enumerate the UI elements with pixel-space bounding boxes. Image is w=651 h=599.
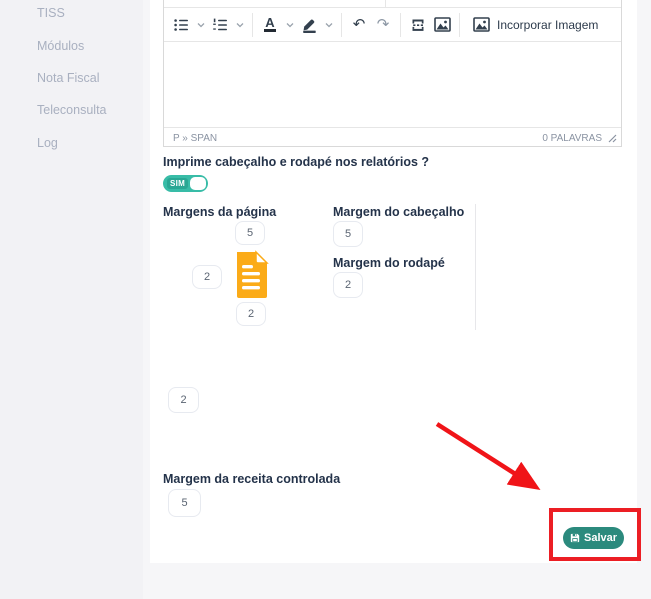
header-margin-input[interactable]: [333, 221, 363, 247]
header-margin-label: Margem do cabeçalho: [333, 205, 464, 219]
sidebar-item-tiss[interactable]: TISS: [37, 6, 65, 20]
insert-image-icon[interactable]: [430, 12, 454, 38]
unordered-list-chevron-icon[interactable]: [193, 12, 208, 38]
toolbar-row-cutoff: [164, 0, 621, 8]
toggle-on-label: SIM: [167, 178, 188, 189]
toggle-knob: [190, 177, 206, 190]
sidebar-item-log[interactable]: Log: [37, 136, 58, 150]
highlight-color-chevron-icon[interactable]: [321, 12, 336, 38]
page-margin-right-input[interactable]: [168, 387, 199, 413]
document-icon: [231, 250, 271, 300]
undo-icon[interactable]: ↶: [347, 12, 371, 38]
embed-image-label: Incorporar Imagem: [497, 18, 598, 32]
print-header-toggle[interactable]: SIM: [163, 175, 208, 192]
sidebar-item-teleconsulta[interactable]: Teleconsulta: [37, 103, 107, 117]
annotation-highlight-rect: [549, 508, 641, 561]
ordered-list-icon[interactable]: [208, 12, 232, 38]
rich-text-editor: A ↶ ↷ Incorporar Imagem P » SPAN: [163, 0, 622, 147]
controlled-recipe-margin-label: Margem da receita controlada: [163, 472, 340, 486]
resize-grip-icon[interactable]: [608, 134, 617, 143]
page-margin-left-input[interactable]: [192, 265, 222, 289]
toolbar-separator: [459, 13, 460, 37]
text-color-icon[interactable]: A: [258, 12, 282, 38]
toolbar-separator: [341, 13, 342, 37]
page-break-icon[interactable]: [406, 12, 430, 38]
column-divider: [475, 204, 476, 330]
text-color-chevron-icon[interactable]: [282, 12, 297, 38]
page-margins-label: Margens da página: [163, 205, 276, 219]
embed-image-icon: [473, 17, 490, 32]
footer-margin-label: Margem do rodapé: [333, 256, 445, 270]
sidebar-item-modulos[interactable]: Módulos: [37, 39, 84, 53]
editor-content-area[interactable]: [164, 42, 621, 127]
toolbar-separator: [252, 13, 253, 37]
unordered-list-icon[interactable]: [169, 12, 193, 38]
element-path: P » SPAN: [173, 133, 217, 144]
page-margin-top-input[interactable]: [235, 221, 265, 245]
editor-toolbar: A ↶ ↷ Incorporar Imagem: [164, 8, 621, 42]
redo-icon[interactable]: ↷: [371, 12, 395, 38]
page-margin-bottom-input[interactable]: [236, 302, 266, 326]
word-count: 0 PALAVRAS: [542, 133, 602, 144]
controlled-recipe-margin-input[interactable]: [168, 489, 201, 517]
highlight-color-icon[interactable]: [297, 12, 321, 38]
ordered-list-chevron-icon[interactable]: [232, 12, 247, 38]
sidebar-item-nota-fiscal[interactable]: Nota Fiscal: [37, 71, 100, 85]
embed-image-button[interactable]: Incorporar Imagem: [465, 12, 606, 38]
toolbar-separator: [400, 13, 401, 37]
footer-margin-input[interactable]: [333, 272, 363, 298]
print-header-question-label: Imprime cabeçalho e rodapé nos relatório…: [163, 155, 429, 169]
sidebar: TISS Módulos Nota Fiscal Teleconsulta Lo…: [0, 0, 143, 599]
editor-statusbar: P » SPAN 0 PALAVRAS: [164, 127, 621, 148]
